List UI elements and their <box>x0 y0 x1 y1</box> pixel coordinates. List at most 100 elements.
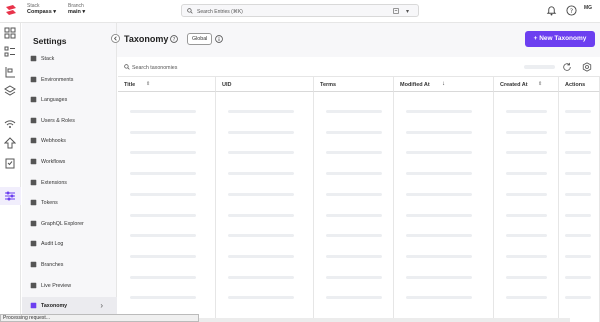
chevron-down-icon: ▾ <box>82 9 86 15</box>
skeleton-row-placeholder <box>406 172 472 176</box>
app-rail <box>0 23 21 322</box>
sidebar-item-languages[interactable]: Languages <box>22 91 117 109</box>
sort-icon[interactable]: ⇕ <box>538 81 542 87</box>
sidebar-item-stack[interactable]: Stack <box>22 50 117 68</box>
branch-selector[interactable]: Branch main ▾ <box>68 3 85 15</box>
skeleton-row-placeholder <box>506 275 547 279</box>
info-icon[interactable] <box>215 35 223 43</box>
deployments-icon[interactable] <box>4 137 16 149</box>
help-icon[interactable]: ? <box>566 5 577 16</box>
user-avatar[interactable]: MG <box>584 5 592 11</box>
skeleton-row-placeholder <box>130 151 196 155</box>
skeleton-row-placeholder <box>326 234 382 238</box>
sidebar-item-extensions[interactable]: Extensions <box>22 174 117 192</box>
skeleton-row-placeholder <box>565 130 591 134</box>
personalize-icon[interactable] <box>4 118 16 130</box>
skeleton-row-placeholder <box>565 234 591 238</box>
skeleton-row-placeholder <box>326 254 382 258</box>
chevron-down-icon: ▾ <box>53 9 57 15</box>
dashboard-icon[interactable] <box>4 27 16 39</box>
column-header-label: Created At <box>500 82 528 88</box>
sidebar-item-audit-log[interactable]: Audit Log <box>22 235 117 253</box>
stack-selector[interactable]: Stack Compass ▾ <box>27 3 56 15</box>
skeleton-row-placeholder <box>565 254 591 258</box>
graphql-icon <box>30 220 37 227</box>
assets-icon[interactable] <box>4 85 16 97</box>
branch-value: main <box>68 9 81 15</box>
sidebar-item-live-preview[interactable]: Live Preview <box>22 277 117 295</box>
settings-title: Settings <box>33 36 67 46</box>
skeleton-row-placeholder <box>228 110 294 113</box>
app-logo-icon[interactable] <box>4 3 18 17</box>
skeleton-row-placeholder <box>406 296 472 300</box>
column-header-title[interactable]: Title ⇕ <box>118 77 216 92</box>
column-header-uid[interactable]: UID <box>216 77 314 92</box>
sidebar-item-label: Stack <box>41 56 55 62</box>
content-models-icon[interactable] <box>4 66 16 78</box>
skeleton-row-placeholder <box>506 110 547 113</box>
refresh-icon[interactable] <box>562 62 572 72</box>
skeleton-row-placeholder <box>506 213 547 217</box>
sidebar-item-tokens[interactable]: Tokens <box>22 194 117 212</box>
sidebar-item-workflows[interactable]: Workflows <box>22 153 117 171</box>
skeleton-row-placeholder <box>406 110 472 113</box>
search-options-chevron-icon[interactable]: ▾ <box>406 8 409 15</box>
skeleton-row-placeholder <box>506 296 547 300</box>
sidebar-item-environments[interactable]: Environments <box>22 71 117 89</box>
svg-text:?: ? <box>570 7 573 15</box>
sidebar-item-label: Environments <box>41 76 74 83</box>
tokens-icon <box>30 199 37 206</box>
collapse-sidebar-icon[interactable] <box>111 34 120 43</box>
column-header-label: Title <box>124 82 136 88</box>
table-column <box>314 92 394 322</box>
sidebar-item-webhooks[interactable]: Webhooks <box>22 132 117 150</box>
column-header-actions[interactable]: Actions <box>559 77 600 92</box>
skeleton-row-placeholder <box>326 275 382 279</box>
skeleton-row-placeholder <box>326 213 382 217</box>
column-header-modified-at[interactable]: Modified At ↓ <box>394 77 494 92</box>
tasks-icon[interactable] <box>4 157 16 169</box>
skeleton-row-placeholder <box>506 254 547 258</box>
sidebar-item-graphql-explorer[interactable]: GraphQL Explorer <box>22 215 117 233</box>
skeleton-row-placeholder <box>228 275 294 279</box>
sidebar-item-label: Webhooks <box>41 138 66 145</box>
settings-icon[interactable] <box>4 190 16 202</box>
column-header-label: Actions <box>565 82 586 88</box>
table-settings-icon[interactable] <box>582 62 592 72</box>
skeleton-row-placeholder <box>565 172 591 176</box>
entries-icon[interactable] <box>4 46 16 58</box>
column-header-label: Modified At <box>400 82 430 88</box>
sort-descending-icon[interactable]: ↓ <box>442 81 445 87</box>
skeleton-row-placeholder <box>506 130 547 134</box>
taxonomy-search-bar[interactable]: Search taxonomies <box>118 58 600 77</box>
users-icon <box>30 117 37 124</box>
loading-skeleton <box>524 65 555 69</box>
sidebar-item-label: Branches <box>41 262 64 268</box>
sidebar-item-users-roles[interactable]: Users & Roles <box>22 112 117 130</box>
sidebar-item-taxonomy[interactable]: Taxonomy › <box>22 297 117 316</box>
skeleton-row-placeholder <box>130 172 196 176</box>
search-icon <box>124 64 130 70</box>
bell-icon[interactable] <box>546 5 557 16</box>
skeleton-row-placeholder <box>506 151 547 155</box>
skeleton-row-placeholder <box>565 213 591 217</box>
sidebar-item-branches[interactable]: Branches <box>22 256 117 274</box>
skeleton-row-placeholder <box>130 130 196 134</box>
global-search-input[interactable]: Search Entries (⌘K) ▾ <box>181 4 419 17</box>
column-header-terms[interactable]: Terms <box>314 77 394 92</box>
sidebar-item-label: Taxonomy <box>41 303 68 310</box>
languages-icon <box>30 96 37 103</box>
sort-icon[interactable]: ⇕ <box>146 81 150 87</box>
skeleton-row-placeholder <box>228 296 294 300</box>
horizontal-scrollbar[interactable] <box>199 318 570 322</box>
new-taxonomy-button[interactable]: + New Taxonomy <box>525 31 595 47</box>
branches-icon <box>30 261 37 268</box>
sidebar-item-label: Workflows <box>41 159 66 165</box>
skeleton-row-placeholder <box>406 151 472 155</box>
table-column <box>394 92 494 322</box>
skeleton-row-placeholder <box>326 151 382 155</box>
search-placeholder: Search Entries (⌘K) <box>197 8 243 15</box>
column-header-created-at[interactable]: Created At ⇕ <box>494 77 559 92</box>
help-circle-icon[interactable]: ? <box>170 35 178 43</box>
filter-icon[interactable] <box>393 8 399 14</box>
